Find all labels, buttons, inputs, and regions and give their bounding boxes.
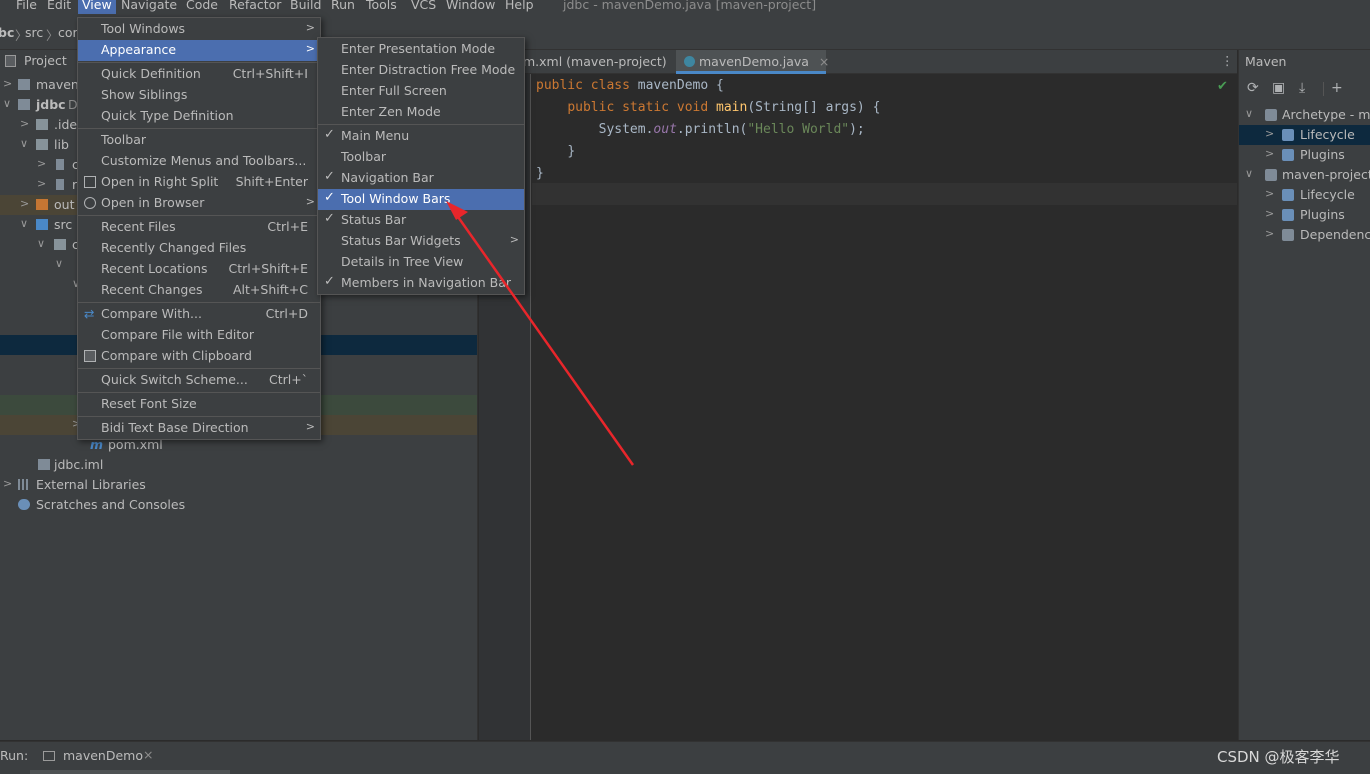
arrow-head [446,201,468,220]
red-arrow-annotation [446,201,635,466]
arrow-shaft [454,213,635,466]
